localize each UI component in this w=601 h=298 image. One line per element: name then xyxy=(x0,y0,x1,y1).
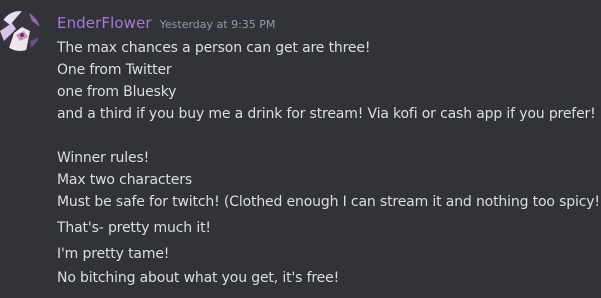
username[interactable]: EnderFlower xyxy=(57,14,152,32)
message-line: The max chances a person can get are thr… xyxy=(57,40,371,56)
message-line: One from Twitter xyxy=(57,62,172,78)
message-line: one from Bluesky xyxy=(57,84,177,100)
timestamp[interactable]: Yesterday at 9:35 PM xyxy=(160,18,276,31)
message-header: EnderFlower Yesterday at 9:35 PM xyxy=(57,14,275,36)
chat-message: EnderFlower Yesterday at 9:35 PM The max… xyxy=(0,0,601,298)
message-line: Winner rules! xyxy=(57,150,150,166)
followup-message: That's- pretty much it! xyxy=(57,220,211,236)
user-avatar[interactable] xyxy=(0,11,40,51)
followup-message: I'm pretty tame! xyxy=(57,246,170,262)
character-avatar-icon xyxy=(0,11,40,51)
message-line: Must be safe for twitch! (Clothed enough… xyxy=(57,194,601,210)
message-line: and a third if you buy me a drink for st… xyxy=(57,106,596,122)
followup-message: No bitching about what you get, it's fre… xyxy=(57,270,340,286)
message-line: Max two characters xyxy=(57,172,192,188)
